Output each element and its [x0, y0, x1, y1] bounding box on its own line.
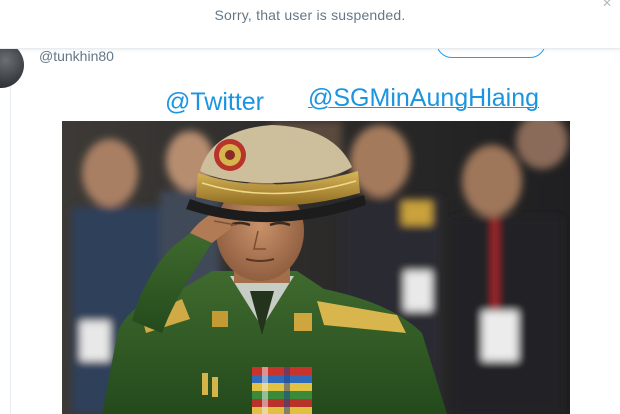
mention-twitter-link[interactable]: @Twitter — [165, 88, 264, 117]
thread-divider — [10, 80, 11, 414]
mention-sgminaunghlaing-link[interactable]: @SGMinAungHlaing — [308, 84, 539, 113]
tweet-page: Sorry, that user is suspended. ✕ @tunkhi… — [0, 0, 620, 414]
saluting-officer-photo — [62, 121, 570, 414]
close-icon[interactable]: ✕ — [602, 0, 612, 10]
suspended-notice-text: Sorry, that user is suspended. — [214, 7, 406, 23]
suspended-notice-banner: Sorry, that user is suspended. ✕ — [0, 0, 620, 49]
tweet-photo[interactable] — [62, 121, 570, 414]
user-handle[interactable]: @tunkhin80 — [39, 48, 114, 64]
